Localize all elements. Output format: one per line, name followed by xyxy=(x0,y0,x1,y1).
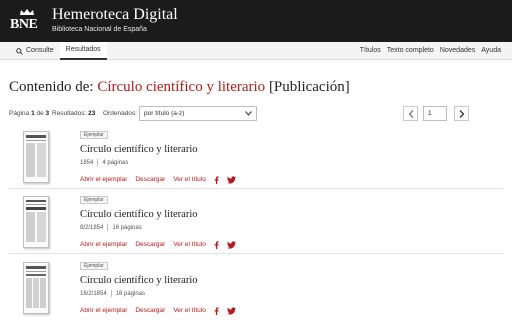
result-item: Ejemplar Círculo científico y literario … xyxy=(9,196,503,254)
result-actions: Abrir el ejemplar Descargar Ver el títul… xyxy=(80,306,236,315)
results-number: 23 xyxy=(88,110,96,117)
type-badge: Ejemplar xyxy=(80,196,108,204)
facebook-icon[interactable] xyxy=(214,175,219,184)
open-issue-link[interactable]: Abrir el ejemplar xyxy=(80,240,127,249)
site-header: BNE Hemeroteca Digital Biblioteca Nacion… xyxy=(0,0,512,42)
result-actions: Abrir el ejemplar Descargar Ver el títul… xyxy=(80,175,236,184)
page-title-suffix: [Publicación] xyxy=(268,79,350,95)
result-date: 16/2/1854 xyxy=(80,291,107,298)
result-pages: 16 páginas xyxy=(115,291,146,298)
facebook-icon[interactable] xyxy=(214,240,219,249)
publication-name: Círculo científico y literario xyxy=(97,79,266,95)
result-meta: 8/2/1854 16 páginas xyxy=(80,224,142,232)
nav-link-ayuda[interactable]: Ayuda xyxy=(478,42,504,60)
results-count: Resultados: 23 xyxy=(52,106,95,122)
sort-value: por título (a-z) xyxy=(144,110,185,117)
crown-icon xyxy=(20,9,34,15)
nav-link-texto-completo[interactable]: Texto completo xyxy=(384,42,437,60)
result-title[interactable]: Círculo científico y literario xyxy=(80,275,198,287)
site-title[interactable]: Hemeroteca Digital xyxy=(52,6,178,24)
result-date: 1854 xyxy=(80,160,94,167)
page-label: Página xyxy=(9,110,30,117)
results-toolbar: Página 1 de 3 Resultados: 23 Ordenados: … xyxy=(9,106,503,122)
logo-text: BNE xyxy=(10,17,38,32)
result-title[interactable]: Círculo científico y literario xyxy=(80,144,198,156)
sort-select[interactable]: por título (a-z) xyxy=(139,106,257,121)
page-of: de xyxy=(36,110,44,117)
nav-link-novedades[interactable]: Novedades xyxy=(437,42,478,60)
nav-link-titulos[interactable]: Títulos xyxy=(357,42,384,60)
tab-resultados-label: Resultados xyxy=(65,46,101,53)
download-link[interactable]: Descargar xyxy=(135,240,165,249)
chevron-right-icon xyxy=(459,110,465,118)
issue-thumbnail[interactable] xyxy=(23,131,49,183)
search-icon xyxy=(16,47,23,55)
page-number-input[interactable] xyxy=(423,106,447,121)
page-title-prefix: Contenido de: xyxy=(9,79,94,95)
result-item: Ejemplar Círculo científico y literario … xyxy=(9,262,503,320)
result-meta: 1854 4 páginas xyxy=(80,159,128,167)
results-label: Resultados: xyxy=(52,110,87,117)
result-actions: Abrir el ejemplar Descargar Ver el títul… xyxy=(80,240,236,249)
result-date: 8/2/1854 xyxy=(80,225,104,232)
download-link[interactable]: Descargar xyxy=(135,306,165,315)
site-subtitle: Biblioteca Nacional de España xyxy=(52,26,147,33)
issue-thumbnail[interactable] xyxy=(23,196,49,248)
bne-logo[interactable]: BNE xyxy=(10,8,44,36)
type-badge: Ejemplar xyxy=(80,262,108,270)
chevron-left-icon xyxy=(408,110,414,118)
view-title-link[interactable]: Ver el título xyxy=(173,175,206,184)
newspaper-page-icon xyxy=(26,266,46,308)
next-page-button[interactable] xyxy=(454,106,469,121)
open-issue-link[interactable]: Abrir el ejemplar xyxy=(80,306,127,315)
twitter-icon[interactable] xyxy=(226,240,236,249)
result-pages: 16 páginas xyxy=(112,225,142,232)
page-total: 3 xyxy=(45,110,50,117)
chevron-down-icon xyxy=(245,111,252,116)
tab-consulte-label: Consulte xyxy=(26,47,54,54)
sort-label: Ordenados: xyxy=(103,110,137,117)
view-title-link[interactable]: Ver el título xyxy=(173,306,206,315)
issue-thumbnail[interactable] xyxy=(23,262,49,314)
result-pages: 4 páginas xyxy=(102,160,129,167)
result-title[interactable]: Círculo científico y literario xyxy=(80,209,198,221)
download-link[interactable]: Descargar xyxy=(135,175,165,184)
page-title: Contenido de: Círculo científico y liter… xyxy=(9,78,350,96)
page-indicator: Página 1 de 3 xyxy=(9,106,49,122)
result-item: Ejemplar Círculo científico y literario … xyxy=(9,131,503,189)
open-issue-link[interactable]: Abrir el ejemplar xyxy=(80,175,127,184)
view-title-link[interactable]: Ver el título xyxy=(173,240,206,249)
nav-links: Títulos Texto completo Novedades Ayuda xyxy=(357,42,504,60)
nav-tabs: Consulte Resultados xyxy=(10,42,107,60)
result-meta: 16/2/1854 16 páginas xyxy=(80,290,145,298)
twitter-icon[interactable] xyxy=(226,306,236,315)
tab-consulte[interactable]: Consulte xyxy=(10,42,60,60)
prev-page-button[interactable] xyxy=(403,106,418,121)
newspaper-page-icon xyxy=(26,200,46,242)
newspaper-page-icon xyxy=(26,135,46,177)
nav-bar: Consulte Resultados Títulos Texto comple… xyxy=(0,42,512,60)
tab-resultados[interactable]: Resultados xyxy=(59,42,107,60)
page-current: 1 xyxy=(31,110,35,117)
facebook-icon[interactable] xyxy=(214,306,219,315)
twitter-icon[interactable] xyxy=(226,175,236,184)
type-badge: Ejemplar xyxy=(80,131,108,139)
